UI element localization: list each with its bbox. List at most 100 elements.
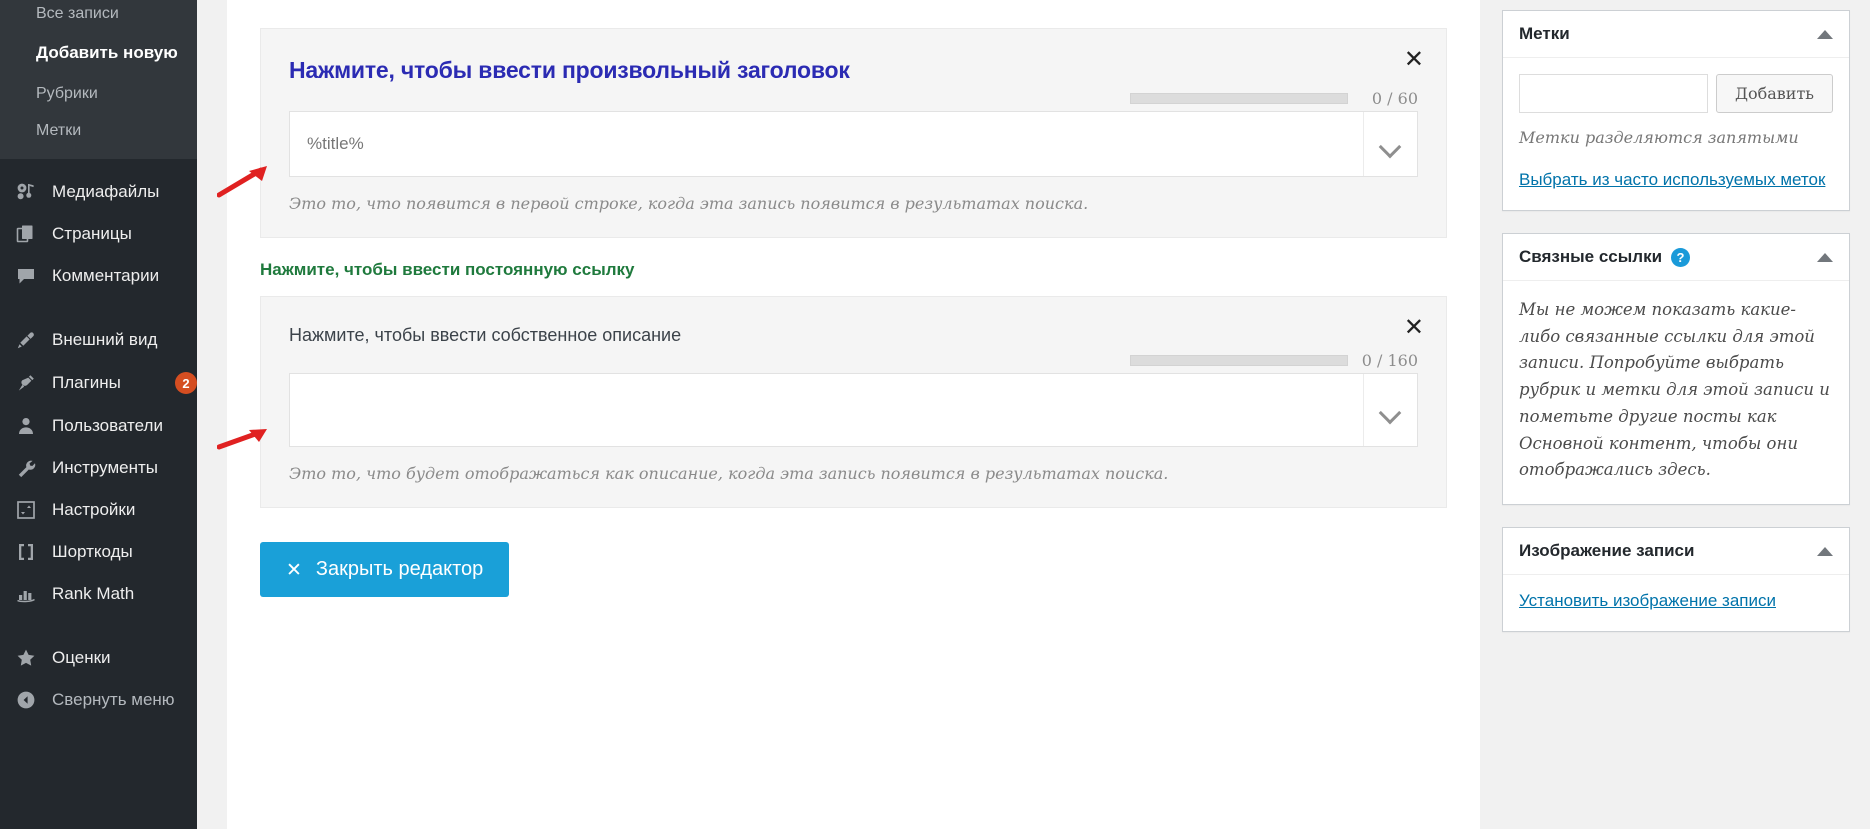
sidebar-item-pages[interactable]: Страницы <box>0 213 197 255</box>
snippet-title-card: ✕ Нажмите, чтобы ввести произвольный заг… <box>260 28 1447 238</box>
sidebar-item-label: Медиафайлы <box>52 182 197 202</box>
featured-image-postbox-body: Установить изображение записи <box>1503 575 1849 631</box>
pages-icon <box>11 224 41 244</box>
comments-icon <box>11 266 41 286</box>
featured-image-postbox-title: Изображение записи <box>1519 541 1694 561</box>
rank-math-bars-icon <box>11 584 41 604</box>
snippet-description-input[interactable] <box>290 374 1363 446</box>
title-counter-label: 0 / 60 <box>1362 89 1418 108</box>
close-x-icon: ✕ <box>286 559 302 581</box>
sidebar-item-label: Комментарии <box>52 266 197 286</box>
sidebar-item-all-posts[interactable]: Все записи <box>0 0 197 32</box>
description-length-meter <box>1130 355 1348 366</box>
settings-sliders-icon <box>11 500 41 520</box>
admin-sidebar: Все записи Добавить новую Рубрики Метки … <box>0 0 197 829</box>
close-editor-button[interactable]: ✕ Закрыть редактор <box>260 542 509 597</box>
snippet-title-field-row <box>289 111 1418 177</box>
main-column: ✕ Нажмите, чтобы ввести произвольный заг… <box>227 0 1480 829</box>
title-length-meter <box>1130 93 1348 104</box>
snippet-description-field-row <box>289 373 1418 447</box>
tags-postbox: Метки Добавить Метки разделяются запятым… <box>1502 10 1850 211</box>
question-mark-icon[interactable]: ? <box>1671 248 1690 267</box>
sidebar-item-add-new[interactable]: Добавить новую <box>0 32 197 75</box>
caret-up-icon[interactable] <box>1817 30 1833 39</box>
snippet-title-heading[interactable]: Нажмите, чтобы ввести произвольный загол… <box>289 57 1418 84</box>
sidebar-item-categories[interactable]: Рубрики <box>0 75 197 112</box>
sidebar-item-rank-math[interactable]: Rank Math <box>0 573 197 615</box>
set-featured-image-link[interactable]: Установить изображение записи <box>1519 591 1776 611</box>
linked-content-postbox: Связные ссылки ? Мы не можем показать ка… <box>1502 233 1850 505</box>
close-editor-label: Закрыть редактор <box>316 558 483 581</box>
sidebar-item-label: Добавить новую <box>36 43 178 62</box>
tags-input-row: Добавить <box>1519 74 1833 113</box>
tags-add-button[interactable]: Добавить <box>1716 74 1833 113</box>
sidebar-collapse-menu[interactable]: Свернуть меню <box>0 679 197 721</box>
sidebar-item-label: Инструменты <box>52 458 197 478</box>
rank-math-snippet-editor: ✕ Нажмите, чтобы ввести произвольный заг… <box>227 0 1480 597</box>
linked-content-postbox-body: Мы не можем показать какие-либо связанны… <box>1503 281 1849 504</box>
content-left-gutter <box>197 0 227 829</box>
sidebar-item-media[interactable]: Медиафайлы <box>0 171 197 213</box>
sidebar-item-label: Пользователи <box>52 416 197 436</box>
sidebar-item-tags[interactable]: Метки <box>0 112 197 149</box>
close-x-icon[interactable]: ✕ <box>1404 47 1424 71</box>
sidebar-item-users[interactable]: Пользователи <box>0 405 197 447</box>
tags-hint: Метки разделяются запятыми <box>1519 128 1833 147</box>
tags-input[interactable] <box>1519 74 1708 113</box>
media-icon <box>11 182 41 202</box>
sidebar-item-tools[interactable]: Инструменты <box>0 447 197 489</box>
snippet-title-input[interactable] <box>290 112 1363 176</box>
choose-popular-tags-link[interactable]: Выбрать из часто используемых меток <box>1519 170 1825 190</box>
sidebar-item-label: Внешний вид <box>52 330 197 350</box>
sidebar-item-label: Рубрики <box>36 85 98 102</box>
linked-content-postbox-title: Связные ссылки ? <box>1519 247 1690 267</box>
description-counter-label: 0 / 160 <box>1362 351 1418 370</box>
title-counter-row: 0 / 60 <box>289 90 1418 106</box>
sidebar-item-ratings[interactable]: Оценки <box>0 637 197 679</box>
sidebar-item-shortcodes[interactable]: Шорткоды <box>0 531 197 573</box>
posts-submenu: Все записи Добавить новую Рубрики Метки <box>0 0 197 159</box>
shortcodes-brackets-icon <box>11 542 41 562</box>
collapse-arrow-icon <box>11 690 41 710</box>
permalink-edit-link[interactable]: Нажмите, чтобы ввести постоянную ссылку <box>260 260 634 279</box>
snippet-description-heading[interactable]: Нажмите, чтобы ввести собственное описан… <box>289 325 1418 346</box>
sidebar-item-label: Rank Math <box>52 584 197 604</box>
tags-postbox-header[interactable]: Метки <box>1503 11 1849 58</box>
sidebar-item-label: Свернуть меню <box>52 690 197 710</box>
sidebar-item-label: Оценки <box>52 648 197 668</box>
snippet-description-help: Это то, что будет отображаться как описа… <box>289 464 1418 483</box>
sidebar-item-settings[interactable]: Настройки <box>0 489 197 531</box>
close-x-icon[interactable]: ✕ <box>1404 315 1424 339</box>
featured-image-postbox-header[interactable]: Изображение записи <box>1503 528 1849 575</box>
admin-screen: Все записи Добавить новую Рубрики Метки … <box>0 0 1870 829</box>
chevron-down-icon <box>1381 139 1400 150</box>
snippet-description-card: ✕ Нажмите, чтобы ввести собственное опис… <box>260 296 1447 508</box>
sidebar-item-plugins[interactable]: Плагины 2 <box>0 361 197 405</box>
caret-up-icon[interactable] <box>1817 253 1833 262</box>
sidebar-item-appearance[interactable]: Внешний вид <box>0 319 197 361</box>
sidebar-item-label: Все записи <box>36 5 119 22</box>
menu-divider <box>0 297 197 319</box>
content-area: ✕ Нажмите, чтобы ввести произвольный заг… <box>197 0 1870 829</box>
featured-image-postbox: Изображение записи Установить изображени… <box>1502 527 1850 632</box>
tags-postbox-body: Добавить Метки разделяются запятыми Выбр… <box>1503 58 1849 210</box>
caret-up-icon[interactable] <box>1817 547 1833 556</box>
ratings-star-icon <box>11 648 41 668</box>
snippet-description-variables-toggle[interactable] <box>1363 374 1417 446</box>
tools-wrench-icon <box>11 458 41 478</box>
sidebar-item-label: Настройки <box>52 500 197 520</box>
sidebar-item-label: Страницы <box>52 224 197 244</box>
linked-content-postbox-header[interactable]: Связные ссылки ? <box>1503 234 1849 281</box>
users-person-icon <box>11 416 41 436</box>
plugins-plug-icon <box>11 373 41 393</box>
appearance-brush-icon <box>11 330 41 350</box>
sidebar-item-label: Плагины <box>52 373 163 393</box>
menu-divider <box>0 159 197 171</box>
permalink-row: Нажмите, чтобы ввести постоянную ссылку <box>260 238 1447 296</box>
description-counter-row: 0 / 160 <box>289 352 1418 368</box>
snippet-title-variables-toggle[interactable] <box>1363 112 1417 176</box>
chevron-down-icon <box>1381 405 1400 416</box>
linked-content-message: Мы не можем показать какие-либо связанны… <box>1519 297 1833 484</box>
sidebar-item-comments[interactable]: Комментарии <box>0 255 197 297</box>
sidebar-item-label: Шорткоды <box>52 542 197 562</box>
